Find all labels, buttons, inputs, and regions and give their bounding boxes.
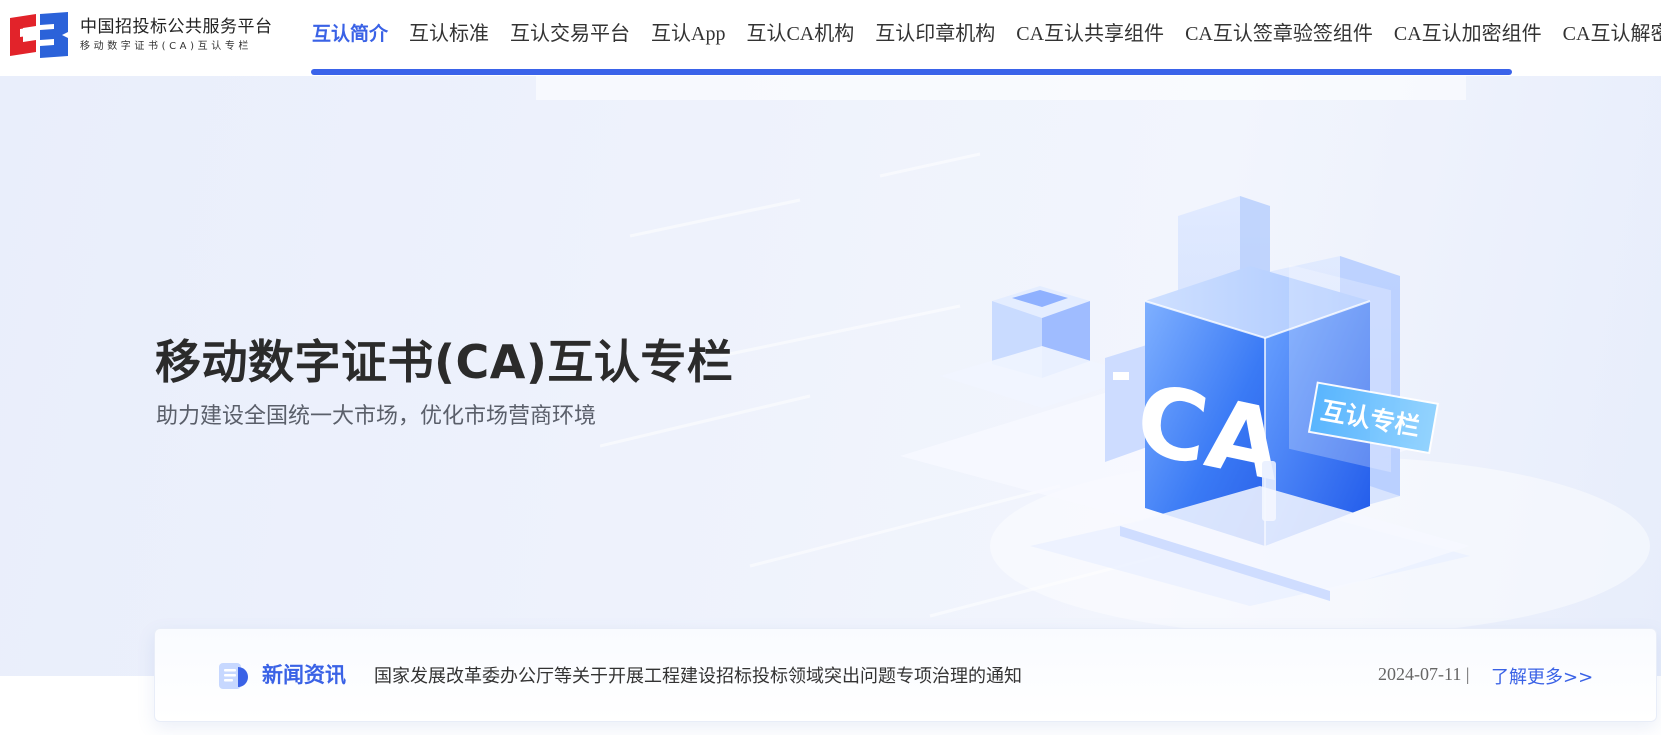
nav-item-standards[interactable]: 互认标准 bbox=[409, 0, 489, 68]
hero-title: 移动数字证书(CA)互认专栏 bbox=[155, 335, 734, 389]
nav-active-indicator bbox=[311, 69, 1512, 75]
nav-item-intro[interactable]: 互认简介 bbox=[312, 0, 388, 68]
nav-item-encryption-component[interactable]: CA互认加密组件 bbox=[1394, 0, 1542, 68]
nav-item-seal-agencies[interactable]: 互认印章机构 bbox=[875, 0, 995, 68]
site-logo[interactable]: 中国招投标公共服务平台 移动数字证书(CA)互认专栏 bbox=[6, 12, 273, 58]
news-headline-link[interactable]: 国家发展改革委办公厅等关于开展工程建设招标投标领域突出问题专项治理的通知 bbox=[374, 662, 1022, 688]
nav-item-app[interactable]: 互认App bbox=[651, 0, 725, 68]
logo-subtitle: 移动数字证书(CA)互认专栏 bbox=[80, 41, 253, 52]
nav-item-decryption-component[interactable]: CA互认解密组件 bbox=[1563, 0, 1661, 68]
nav-item-trading-platforms[interactable]: 互认交易平台 bbox=[510, 0, 630, 68]
nav-item-shared-component[interactable]: CA互认共享组件 bbox=[1016, 0, 1164, 68]
news-section-label: 新闻资讯 bbox=[262, 663, 346, 687]
nav-item-signature-component[interactable]: CA互认签章验签组件 bbox=[1185, 0, 1373, 68]
page: 中国招投标公共服务平台 移动数字证书(CA)互认专栏 互认简介 互认标准 互认交… bbox=[0, 0, 1661, 735]
news-date: 2024-07-11 | bbox=[1378, 664, 1470, 684]
hero-subtitle: 助力建设全国统一大市场，优化市场营商环境 bbox=[156, 404, 597, 429]
logo-title: 中国招投标公共服务平台 bbox=[80, 17, 273, 37]
main-nav: 互认简介 互认标准 互认交易平台 互认App 互认CA机构 互认印章机构 CA互… bbox=[312, 0, 1661, 68]
news-bar: 新闻资讯 国家发展改革委办公厅等关于开展工程建设招标投标领域突出问题专项治理的通… bbox=[154, 628, 1657, 722]
cb-logo-icon bbox=[10, 12, 68, 58]
ca-cube-illustration: CA 互认专栏 bbox=[600, 152, 1650, 636]
hero-banner: CA 互认专栏 移动数字证书(CA)互认专栏 助力建设全国统一大市场，优化市场营… bbox=[0, 76, 1661, 676]
top-header: 中国招投标公共服务平台 移动数字证书(CA)互认专栏 互认简介 互认标准 互认交… bbox=[0, 0, 1661, 76]
nav-item-ca-agencies[interactable]: 互认CA机构 bbox=[746, 0, 854, 68]
news-icon bbox=[219, 663, 248, 689]
news-more-link[interactable]: 了解更多>> bbox=[1491, 663, 1593, 689]
